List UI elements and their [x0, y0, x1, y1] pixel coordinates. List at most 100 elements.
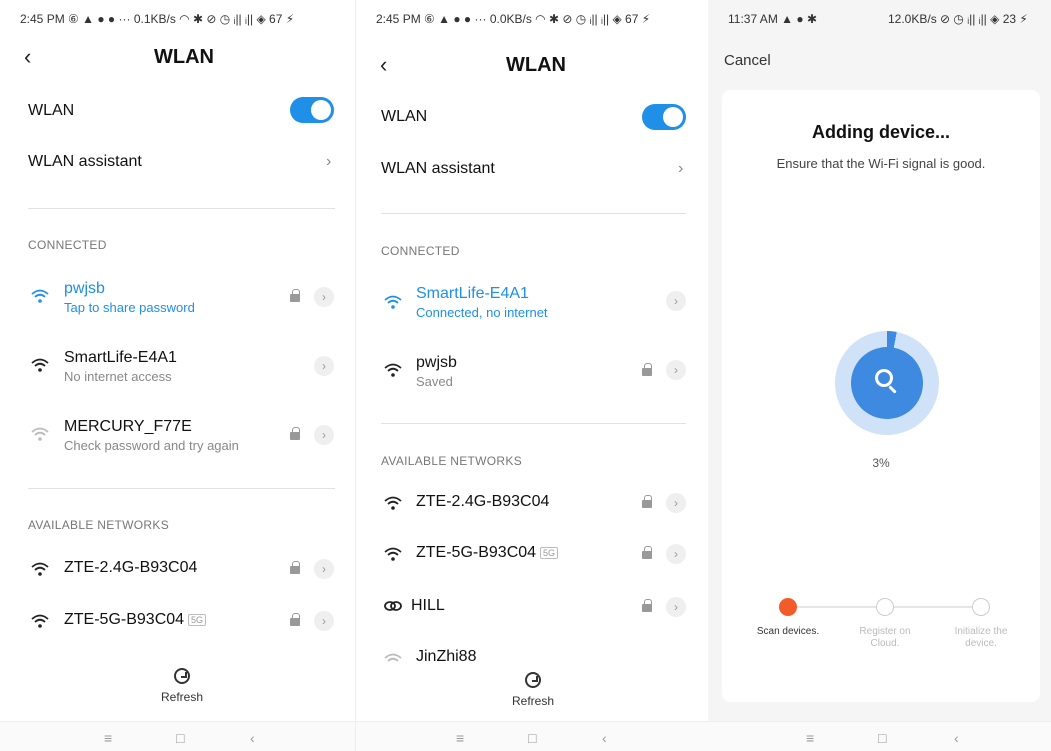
- wifi-icon: [384, 547, 402, 561]
- network-item[interactable]: SmartLife-E4A1 No internet access: [64, 349, 177, 384]
- status-bar-right: 12.0KB/s ⊘ ◷ ᵢ|| ᵢ|| ◈ 23 ⚡: [888, 12, 1028, 26]
- network-status: Saved: [416, 374, 453, 389]
- progress-card: Adding device... Ensure that the Wi-Fi s…: [722, 90, 1040, 702]
- step-2-label: Register on Cloud.: [859, 626, 911, 649]
- divider: [381, 213, 686, 214]
- search-icon: [875, 369, 893, 387]
- card-subtitle: Ensure that the Wi-Fi signal is good.: [776, 156, 986, 171]
- divider: [28, 488, 335, 489]
- network-item[interactable]: ZTE-2.4G-B93C04: [64, 559, 197, 577]
- network-name: ZTE-2.4G-B93C04: [64, 559, 198, 576]
- page-title: WLAN: [506, 54, 566, 76]
- back-button[interactable]: ‹: [24, 44, 31, 70]
- network-name: pwjsb: [64, 280, 105, 297]
- home-icon[interactable]: □: [176, 730, 184, 746]
- chevron-right-icon: ›: [326, 153, 332, 170]
- lock-icon: [290, 613, 300, 627]
- network-status: Tap to share password: [64, 300, 195, 315]
- cancel-button[interactable]: Cancel: [724, 52, 771, 69]
- card-title: Adding device...: [811, 122, 951, 142]
- wlan-toggle[interactable]: [642, 104, 686, 130]
- network-item[interactable]: pwjsb Tap to share password: [64, 280, 195, 315]
- wifi-icon: [31, 427, 49, 441]
- step-2-dot: [876, 598, 894, 616]
- refresh-icon: [525, 672, 541, 688]
- network-item[interactable]: SmartLife-E4A1 Connected, no internet: [416, 285, 548, 320]
- lock-icon: [642, 546, 652, 560]
- refresh-label: Refresh: [160, 690, 204, 704]
- connected-header: CONNECTED: [381, 244, 460, 258]
- network-name: SmartLife-E4A1: [64, 349, 177, 366]
- network-item[interactable]: ZTE-5G-B93C04 5G: [64, 611, 207, 629]
- network-item[interactable]: pwjsb Saved: [416, 354, 457, 389]
- step-1-label: Scan devices.: [756, 626, 820, 637]
- network-status: No internet access: [64, 369, 172, 384]
- network-name: JinZhi88: [416, 648, 477, 662]
- network-item[interactable]: HILL: [411, 597, 445, 615]
- lock-icon: [642, 363, 652, 377]
- refresh-button[interactable]: Refresh: [503, 672, 563, 708]
- network-name: ZTE-5G-B93C04: [64, 611, 185, 628]
- nav-bar: ≡ □ ‹: [708, 721, 1051, 751]
- step-3-dot: [972, 598, 990, 616]
- network-details-button[interactable]: ›: [314, 287, 334, 307]
- network-item[interactable]: ZTE-5G-B93C04 5G: [416, 544, 559, 562]
- status-bar: 2:45 PM ⑥ ▲ ● ● ··· 0.0KB/s ◠ ✱ ⊘ ◷ ᵢ|| …: [376, 12, 651, 26]
- available-header: AVAILABLE NETWORKS: [381, 454, 522, 468]
- network-details-button[interactable]: ›: [314, 611, 334, 631]
- link-icon: [384, 601, 402, 611]
- chevron-right-icon: ›: [678, 160, 684, 177]
- network-name: pwjsb: [416, 354, 457, 371]
- step-3-label: Initialize the device.: [954, 626, 1008, 649]
- step-1-dot: [779, 598, 797, 616]
- back-button[interactable]: ‹: [380, 52, 387, 78]
- available-header: AVAILABLE NETWORKS: [28, 518, 169, 532]
- lock-icon: [642, 495, 652, 509]
- back-nav-icon[interactable]: ‹: [250, 730, 255, 746]
- wlan-assistant-row[interactable]: WLAN assistant: [28, 153, 142, 171]
- network-name: SmartLife-E4A1: [416, 285, 529, 302]
- network-item[interactable]: MERCURY_F77E Check password and try agai…: [64, 418, 239, 453]
- home-icon[interactable]: □: [528, 730, 536, 746]
- status-bar: 11:37 AM ▲ ● ✱: [728, 12, 817, 26]
- back-nav-icon[interactable]: ‹: [602, 730, 607, 746]
- menu-icon[interactable]: ≡: [456, 730, 464, 746]
- page-title: WLAN: [154, 46, 214, 68]
- menu-icon[interactable]: ≡: [806, 730, 814, 746]
- menu-icon[interactable]: ≡: [104, 730, 112, 746]
- adding-device-screen: 11:37 AM ▲ ● ✱ 12.0KB/s ⊘ ◷ ᵢ|| ᵢ|| ◈ 23…: [708, 0, 1051, 751]
- progress-ring: [835, 331, 939, 435]
- network-name: HILL: [411, 597, 445, 614]
- network-details-button[interactable]: ›: [314, 425, 334, 445]
- network-details-button[interactable]: ›: [666, 597, 686, 617]
- home-icon[interactable]: □: [878, 730, 886, 746]
- network-item[interactable]: ZTE-2.4G-B93C04: [416, 493, 549, 511]
- network-details-button[interactable]: ›: [314, 559, 334, 579]
- back-nav-icon[interactable]: ‹: [954, 730, 959, 746]
- network-item[interactable]: JinZhi88: [416, 648, 476, 662]
- wifi-icon: [384, 295, 402, 309]
- partial-network-row: JinZhi88: [356, 646, 708, 662]
- 5g-badge: 5G: [188, 613, 207, 626]
- network-details-button[interactable]: ›: [666, 360, 686, 380]
- wifi-icon: [31, 289, 49, 303]
- network-details-button[interactable]: ›: [666, 544, 686, 564]
- wlan-toggle[interactable]: [290, 97, 334, 123]
- progress-percent: 3%: [872, 456, 890, 470]
- wlan-assistant-row[interactable]: WLAN assistant: [381, 160, 495, 178]
- network-details-button[interactable]: ›: [666, 291, 686, 311]
- network-status: Connected, no internet: [416, 305, 548, 320]
- wlan-screen-1: 2:45 PM ⑥ ▲ ● ● ··· 0.1KB/s ◠ ✱ ⊘ ◷ ᵢ|| …: [0, 0, 355, 751]
- wlan-label: WLAN: [28, 102, 75, 119]
- wifi-icon: [384, 653, 402, 662]
- nav-bar: ≡ □ ‹: [356, 721, 708, 751]
- network-details-button[interactable]: ›: [666, 493, 686, 513]
- network-details-button[interactable]: ›: [314, 356, 334, 376]
- wifi-icon: [31, 562, 49, 576]
- refresh-button[interactable]: Refresh: [152, 668, 212, 704]
- wifi-icon: [31, 358, 49, 372]
- lock-icon: [642, 599, 652, 613]
- network-name: MERCURY_F77E: [64, 418, 192, 435]
- network-name: ZTE-5G-B93C04: [416, 544, 537, 561]
- wlan-label: WLAN: [381, 108, 428, 125]
